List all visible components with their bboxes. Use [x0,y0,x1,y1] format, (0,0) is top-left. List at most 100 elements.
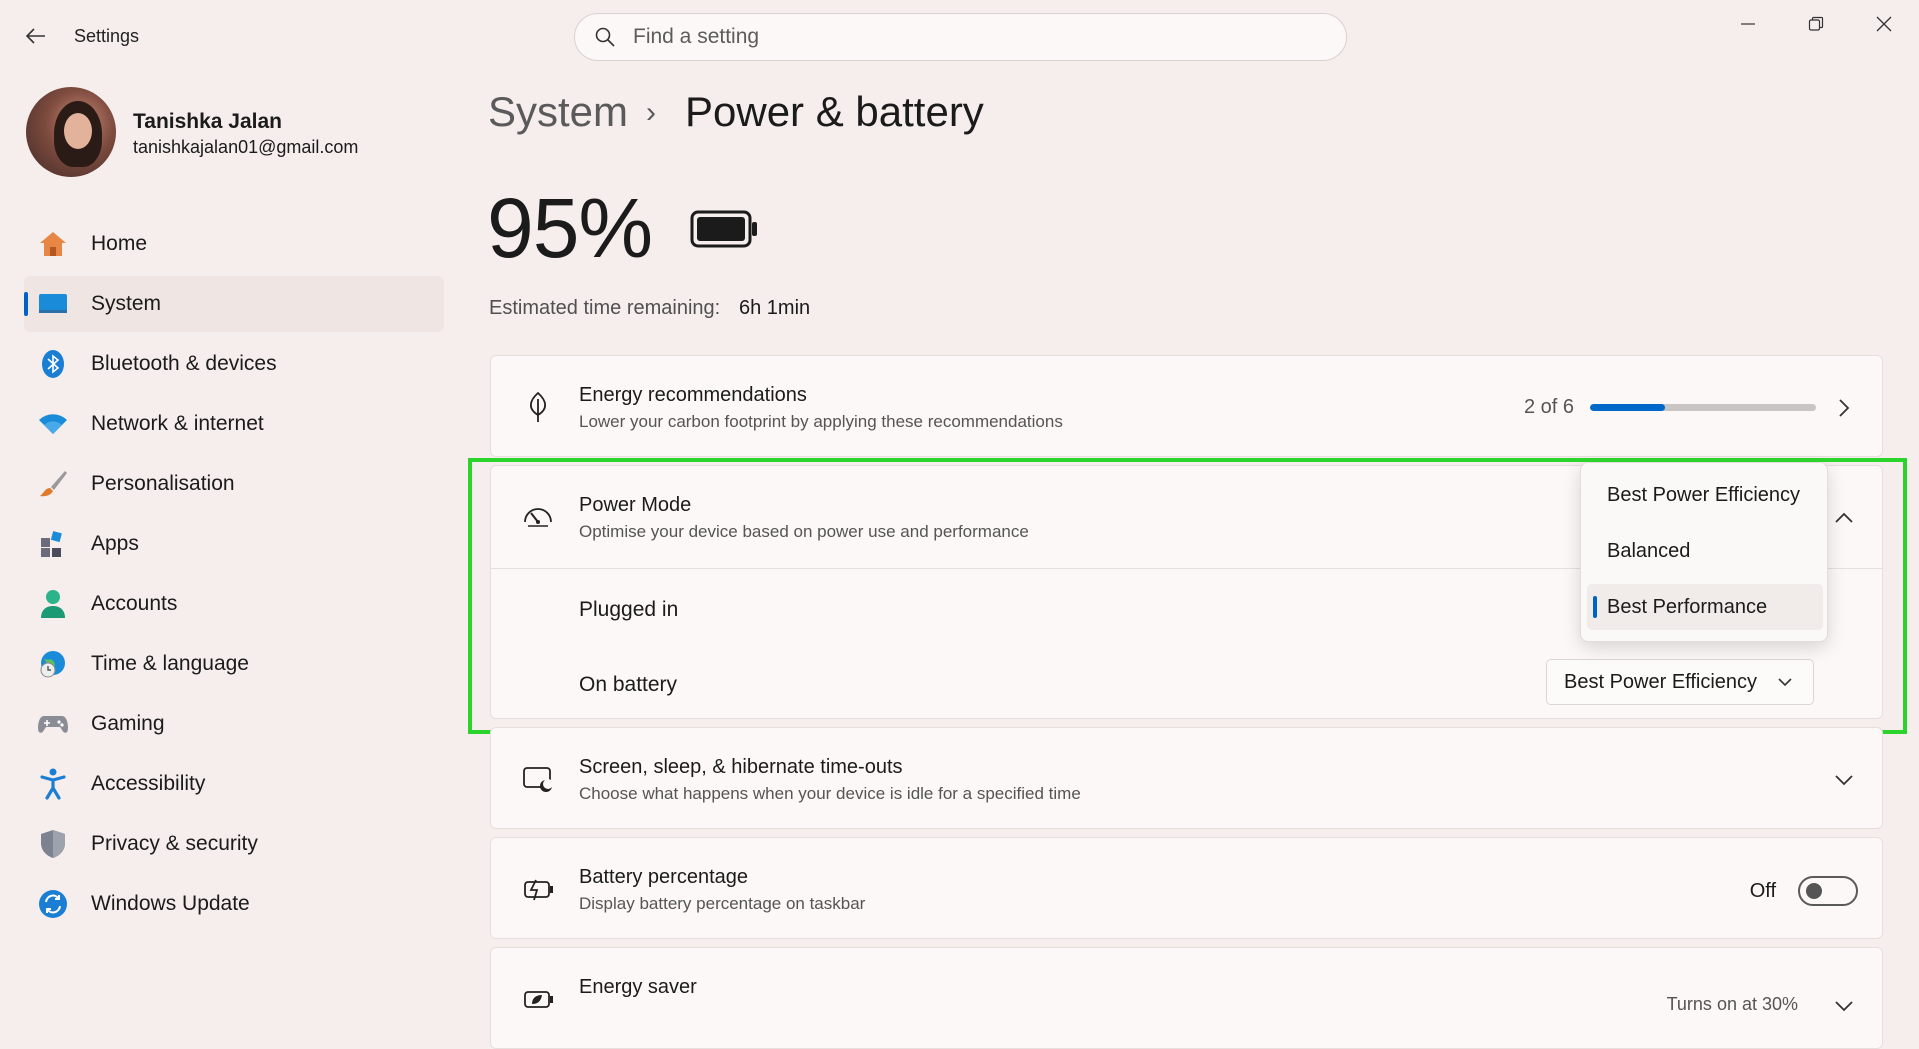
close-icon [1876,16,1892,32]
shield-icon [38,829,68,859]
option-label: Best Performance [1607,595,1768,618]
user-email: tanishkajalan01@gmail.com [133,137,359,157]
option-best-power-efficiency[interactable]: Best Power Efficiency [1587,472,1823,518]
battery-charging-icon [521,872,555,906]
search-input[interactable] [633,25,1313,49]
wifi-icon [38,409,68,439]
sidebar-item-label: Home [91,232,148,255]
update-icon [38,889,68,919]
chevron-up-icon[interactable] [1832,506,1856,530]
battery-icon [690,210,758,248]
screen-sleep-title: Screen, sleep, & hibernate time-outs [579,756,903,778]
plugged-in-label: Plugged in [579,598,679,621]
back-button[interactable] [18,20,54,52]
option-label: Balanced [1607,539,1691,562]
power-mode-options-menu: Best Power Efficiency Balanced Best Perf… [1580,462,1828,642]
sidebar-item-time-language[interactable]: Time & language [24,636,444,692]
battery-percentage-description: Display battery percentage on taskbar [579,894,866,913]
recommendations-progress-label: 2 of 6 [1523,396,1574,418]
sidebar-item-label: Privacy & security [91,832,258,855]
sidebar-item-gaming[interactable]: Gaming [24,696,444,752]
toggle-state-label: Off [1749,880,1776,902]
breadcrumb-parent[interactable]: System [488,88,628,136]
system-icon [38,289,68,319]
energy-recommendations-description: Lower your carbon footprint by applying … [579,412,1063,431]
option-balanced[interactable]: Balanced [1587,528,1823,574]
sidebar-item-accessibility[interactable]: Accessibility [24,756,444,812]
sidebar-item-label: Accounts [91,592,178,615]
energy-saver-title: Energy saver [579,976,697,998]
breadcrumb-separator: › [646,96,656,129]
sidebar-item-label: Time & language [91,652,249,675]
home-icon [38,229,68,259]
toggle-knob [1806,883,1822,899]
chevron-down-icon [1832,768,1856,792]
accounts-icon [38,589,68,619]
speedometer-icon [521,499,555,533]
settings-window: Settings Tanishka Jalan tanishkajalan01@… [0,0,1919,1049]
estimated-time-value: 6h 1min [739,297,811,319]
accessibility-icon [38,768,68,800]
energy-recommendations-card[interactable]: Energy recommendations Lower your carbon… [490,355,1883,457]
power-mode-title: Power Mode [579,494,692,516]
sidebar-item-accounts[interactable]: Accounts [24,576,444,632]
sidebar-item-bluetooth[interactable]: Bluetooth & devices [24,336,444,392]
option-best-performance[interactable]: Best Performance [1587,584,1823,630]
energy-saver-card[interactable]: Energy saver Turns on at 30% [490,947,1883,1049]
selection-indicator [24,292,28,316]
sidebar-item-label: Gaming [91,712,165,735]
energy-saver-status: Turns on at 30% [1666,994,1798,1014]
sidebar-item-apps[interactable]: Apps [24,516,444,572]
globe-clock-icon [38,649,68,679]
search-icon [593,25,617,49]
restore-button[interactable] [1785,6,1847,42]
sidebar-item-label: Accessibility [91,772,206,795]
page-title: Power & battery [685,88,984,135]
minimize-icon [1741,23,1755,25]
monitor-sleep-icon [521,762,555,796]
energy-recommendations-title: Energy recommendations [579,384,807,406]
back-arrow-icon [26,28,45,44]
battery-percentage-toggle[interactable] [1798,876,1858,906]
recommendations-progress-bar [1590,404,1816,411]
bluetooth-icon [38,349,68,379]
sidebar-item-label: Apps [91,532,139,555]
sidebar-item-network[interactable]: Network & internet [24,396,444,452]
avatar[interactable] [26,87,116,177]
sidebar-item-label: Windows Update [91,892,250,915]
sidebar-item-label: System [91,292,162,315]
app-title: Settings [74,26,140,46]
sidebar-nav: Home System Bluetooth & devices Network … [24,216,444,936]
screen-sleep-description: Choose what happens when your device is … [579,784,1081,803]
chevron-down-icon [1832,994,1856,1018]
selection-indicator [1593,596,1597,618]
recommendations-progress-fill [1590,404,1666,411]
sidebar-item-label: Network & internet [91,412,264,435]
sidebar-item-label: Personalisation [91,472,235,495]
screen-sleep-card[interactable]: Screen, sleep, & hibernate time-outs Cho… [490,727,1883,829]
on-battery-dropdown[interactable]: Best Power Efficiency [1546,659,1814,705]
on-battery-value: Best Power Efficiency [1564,670,1758,693]
battery-percentage-title: Battery percentage [579,866,748,888]
sidebar-item-windows-update[interactable]: Windows Update [24,876,444,932]
sidebar-item-label: Bluetooth & devices [91,352,277,375]
chevron-right-icon [1832,396,1856,420]
gamepad-icon [38,709,68,739]
estimated-time-label: Estimated time remaining: [489,297,721,319]
sidebar-item-privacy[interactable]: Privacy & security [24,816,444,872]
energy-saver-icon [521,982,555,1016]
on-battery-label: On battery [579,673,678,696]
search-box[interactable] [574,13,1347,61]
chevron-down-icon [1775,672,1795,692]
option-label: Best Power Efficiency [1607,483,1801,506]
close-button[interactable] [1853,6,1915,42]
sidebar-item-system[interactable]: System [24,276,444,332]
user-name: Tanishka Jalan [133,110,283,133]
sidebar-item-home[interactable]: Home [24,216,444,272]
brush-icon [38,469,68,499]
sidebar-item-personalisation[interactable]: Personalisation [24,456,444,512]
battery-percent: 95% [487,181,653,275]
minimize-button[interactable] [1717,6,1779,42]
power-mode-description: Optimise your device based on power use … [579,522,1029,541]
leaf-icon [521,390,555,424]
